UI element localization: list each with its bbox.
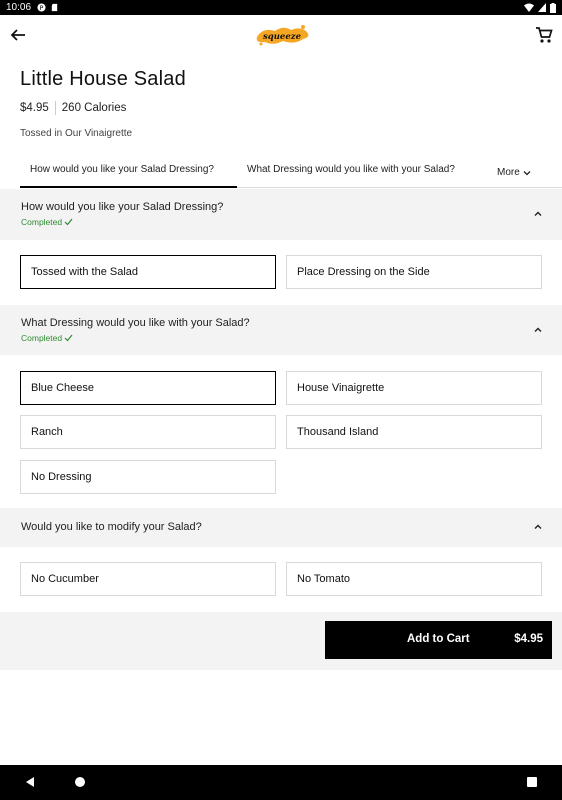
item-description: Tossed in Our Vinaigrette	[20, 128, 133, 139]
item-title: Little House Salad	[20, 68, 186, 90]
notification-icon: P	[37, 3, 46, 12]
back-triangle-icon[interactable]	[23, 775, 37, 789]
section-question: What Dressing would you like with your S…	[21, 317, 250, 329]
tab-more-label: More	[497, 166, 520, 178]
completed-status: Completed	[21, 333, 73, 343]
svg-text:P: P	[40, 5, 44, 12]
add-to-cart-label: Add to Cart	[407, 633, 470, 645]
chevron-down-icon	[523, 170, 531, 175]
option-no-tomato[interactable]: No Tomato	[286, 562, 542, 596]
wifi-icon	[524, 3, 534, 12]
logo: squeeze	[256, 25, 309, 46]
logo-text: squeeze	[263, 32, 302, 42]
completed-status: Completed	[21, 217, 73, 227]
recents-square-icon[interactable]	[525, 775, 539, 789]
item-price: $4.95	[20, 102, 49, 114]
cart-icon[interactable]	[535, 26, 553, 44]
back-arrow-icon[interactable]	[8, 25, 28, 45]
option-dressing-on-side[interactable]: Place Dressing on the Side	[286, 255, 542, 289]
option-no-cucumber[interactable]: No Cucumber	[20, 562, 276, 596]
sd-card-icon	[51, 3, 58, 12]
tab-more[interactable]: More	[497, 157, 531, 188]
completed-label: Completed	[21, 217, 63, 227]
home-circle-icon[interactable]	[73, 775, 87, 789]
tab-dressing-choice[interactable]: What Dressing would you like with your S…	[247, 157, 455, 188]
signal-icon	[538, 3, 546, 12]
option-blue-cheese[interactable]: Blue Cheese	[20, 371, 276, 405]
option-tossed-with-salad[interactable]: Tossed with the Salad	[20, 255, 276, 289]
item-meta: $4.95 260 Calories	[20, 101, 126, 115]
section-header-dressing-choice[interactable]: What Dressing would you like with your S…	[0, 305, 562, 355]
chevron-up-icon[interactable]	[532, 208, 544, 220]
option-ranch[interactable]: Ranch	[20, 415, 276, 449]
option-thousand-island[interactable]: Thousand Island	[286, 415, 542, 449]
status-bar: 10:06 P	[0, 0, 562, 15]
section-tabs: How would you like your Salad Dressing? …	[20, 157, 562, 188]
completed-label: Completed	[21, 333, 63, 343]
checkmark-icon	[64, 218, 73, 226]
section-header-modify-salad[interactable]: Would you like to modify your Salad?	[0, 508, 562, 547]
add-to-cart-button[interactable]: Add to Cart $4.95	[325, 621, 552, 659]
section-header-dressing-style[interactable]: How would you like your Salad Dressing? …	[0, 189, 562, 240]
option-no-dressing[interactable]: No Dressing	[20, 460, 276, 494]
tab-salad-dressing-style[interactable]: How would you like your Salad Dressing?	[20, 157, 237, 188]
app-bar: squeeze	[0, 15, 562, 55]
item-calories: 260 Calories	[61, 102, 127, 114]
meta-divider	[54, 101, 56, 115]
battery-icon	[550, 2, 556, 13]
option-house-vinaigrette[interactable]: House Vinaigrette	[286, 371, 542, 405]
cart-footer: Add to Cart $4.95	[0, 612, 562, 670]
add-to-cart-price: $4.95	[514, 633, 543, 645]
chevron-up-icon[interactable]	[532, 324, 544, 336]
system-nav-bar	[0, 765, 562, 800]
section-question: Would you like to modify your Salad?	[21, 521, 202, 533]
section-question: How would you like your Salad Dressing?	[21, 201, 224, 213]
chevron-up-icon[interactable]	[532, 521, 544, 533]
checkmark-icon	[64, 334, 73, 342]
status-time: 10:06	[6, 2, 32, 13]
